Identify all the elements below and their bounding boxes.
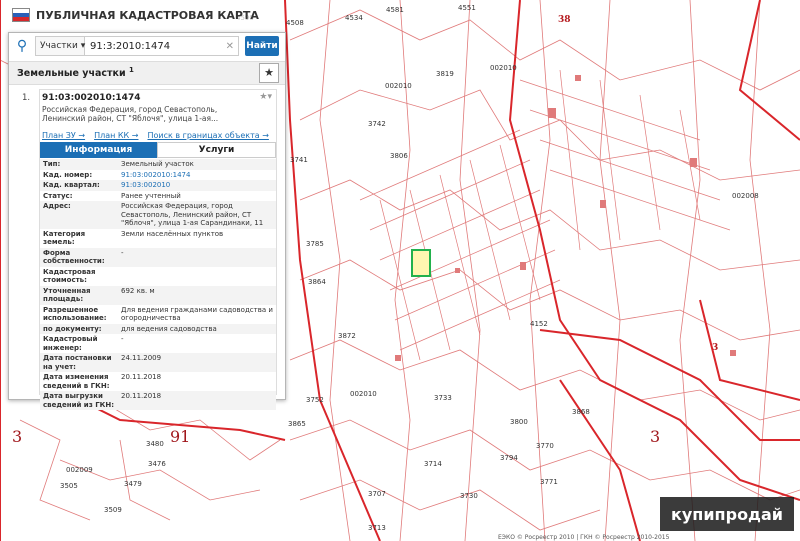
info-row: Кад. номер: 91:03:002010:1474 bbox=[43, 170, 191, 179]
info-row: Тип: Земельный участок bbox=[40, 159, 276, 170]
top-bar: ПУБЛИЧНАЯ КАДАСТРОВАЯ КАРТА bbox=[0, 0, 800, 32]
svg-text:4152: 4152 bbox=[530, 320, 548, 328]
star-icon[interactable]: ★ bbox=[259, 63, 279, 83]
svg-text:3785: 3785 bbox=[306, 240, 324, 248]
favorite-icon[interactable]: ★▾ bbox=[259, 92, 272, 102]
result-links: План ЗУ → План КК → Поиск в границах объ… bbox=[42, 131, 269, 140]
svg-text:3733: 3733 bbox=[434, 394, 452, 402]
svg-text:3771: 3771 bbox=[540, 478, 558, 486]
svg-text:91: 91 bbox=[170, 427, 190, 446]
info-row: Дата изменения сведений в ГКН: 20.11.2018 bbox=[43, 373, 162, 390]
svg-text:002010: 002010 bbox=[385, 82, 412, 90]
info-row: Дата выгрузки сведений из ГКН: 20.11.2018 bbox=[40, 391, 276, 410]
svg-text:3819: 3819 bbox=[436, 70, 454, 78]
results-title: Земельные участки 1 bbox=[17, 66, 134, 80]
info-row: Кад. квартал: 91:03:002010 bbox=[40, 180, 276, 191]
info-tabs: Информация Услуги bbox=[40, 142, 276, 158]
svg-text:3770: 3770 bbox=[536, 442, 554, 450]
info-row: Категория земель: Земли населённых пункто… bbox=[43, 229, 224, 247]
info-row: Кадастровая стоимость: bbox=[43, 267, 96, 285]
map-copyright: ЕЭКО © Росреестр 2010 | ГКН © Росреестр … bbox=[498, 534, 670, 541]
svg-text:3713: 3713 bbox=[368, 524, 386, 532]
results-header: Земельные участки 1 ★ bbox=[9, 61, 285, 85]
find-button[interactable]: Найти bbox=[245, 36, 279, 56]
svg-text:002008: 002008 bbox=[732, 192, 759, 200]
info-row: Разрешенное использование: Для ведения гр… bbox=[43, 305, 273, 323]
search-type-label: Участки bbox=[40, 41, 78, 51]
svg-text:3806: 3806 bbox=[390, 152, 408, 160]
search-in-bounds-link[interactable]: Поиск в границах объекта → bbox=[147, 131, 268, 140]
svg-text:3: 3 bbox=[650, 427, 660, 446]
svg-text:002009: 002009 bbox=[66, 466, 93, 474]
svg-text:3480: 3480 bbox=[146, 440, 164, 448]
clear-icon[interactable]: ✕ bbox=[226, 41, 234, 52]
svg-text:3707: 3707 bbox=[368, 490, 386, 498]
info-row: Адрес: Российская Федерация, город Севаст… bbox=[40, 201, 276, 229]
svg-text:3: 3 bbox=[712, 343, 718, 353]
app-brand[interactable]: ПУБЛИЧНАЯ КАДАСТРОВАЯ КАРТА bbox=[8, 7, 263, 23]
app-title: ПУБЛИЧНАЯ КАДАСТРОВАЯ КАРТА bbox=[36, 8, 259, 22]
tab-services[interactable]: Услуги bbox=[157, 142, 276, 158]
svg-text:3741: 3741 bbox=[290, 156, 308, 164]
svg-text:3730: 3730 bbox=[460, 492, 478, 500]
search-icon[interactable]: ⚲ bbox=[9, 33, 35, 59]
result-address: Российская Федерация, город Севастополь,… bbox=[42, 105, 219, 123]
search-type-select[interactable]: Участки ▾ bbox=[35, 36, 85, 56]
info-row: Уточненная площадь: 692 кв. м bbox=[40, 285, 276, 305]
svg-text:3479: 3479 bbox=[124, 480, 142, 488]
tab-info[interactable]: Информация bbox=[40, 142, 157, 158]
watermark-logo: купипродай bbox=[660, 497, 794, 531]
svg-text:3794: 3794 bbox=[500, 454, 518, 462]
result-card[interactable]: 1. 91:03:002010:1474 ★▾ Российская Федер… bbox=[22, 89, 277, 410]
svg-text:3: 3 bbox=[12, 427, 22, 446]
search-row: ⚲ Участки ▾ 91:3:2010:1474 ✕ Найти bbox=[9, 33, 285, 59]
svg-text:3800: 3800 bbox=[510, 418, 528, 426]
info-row: Кадастровый инженер: - bbox=[43, 335, 124, 352]
info-row: Форма собственности: - bbox=[40, 247, 276, 267]
info-row: по документу: для ведения садоводства bbox=[40, 323, 276, 334]
info-row: Дата постановки на учет: 24.11.2009 bbox=[40, 353, 276, 372]
svg-text:3865: 3865 bbox=[288, 420, 306, 428]
search-input[interactable]: 91:3:2010:1474 ✕ bbox=[85, 36, 239, 56]
info-row: Статус: Ранее учтенный bbox=[43, 191, 181, 200]
search-panel: ⚲ Участки ▾ 91:3:2010:1474 ✕ Найти Земел… bbox=[8, 32, 286, 410]
svg-text:3505: 3505 bbox=[60, 482, 78, 490]
info-table: Тип: Земельный участок Кад. номер: 91:03:0… bbox=[40, 159, 276, 410]
result-index: 1. bbox=[22, 93, 31, 103]
svg-text:002010: 002010 bbox=[350, 390, 377, 398]
plan-kk-link[interactable]: План КК → bbox=[94, 131, 138, 140]
svg-text:3714: 3714 bbox=[424, 460, 442, 468]
svg-text:3509: 3509 bbox=[104, 506, 122, 514]
svg-text:3752: 3752 bbox=[306, 396, 324, 404]
search-query: 91:3:2010:1474 bbox=[90, 40, 171, 52]
svg-text:3476: 3476 bbox=[148, 460, 166, 468]
cad-number[interactable]: 91:03:002010:1474 bbox=[42, 93, 140, 103]
flag-icon bbox=[12, 8, 30, 22]
svg-text:3868: 3868 bbox=[572, 408, 590, 416]
svg-text:002010: 002010 bbox=[490, 64, 517, 72]
svg-text:3742: 3742 bbox=[368, 120, 386, 128]
svg-text:3864: 3864 bbox=[308, 278, 326, 286]
selected-parcel[interactable] bbox=[411, 249, 431, 277]
svg-text:3872: 3872 bbox=[338, 332, 356, 340]
plan-zu-link[interactable]: План ЗУ → bbox=[42, 131, 85, 140]
